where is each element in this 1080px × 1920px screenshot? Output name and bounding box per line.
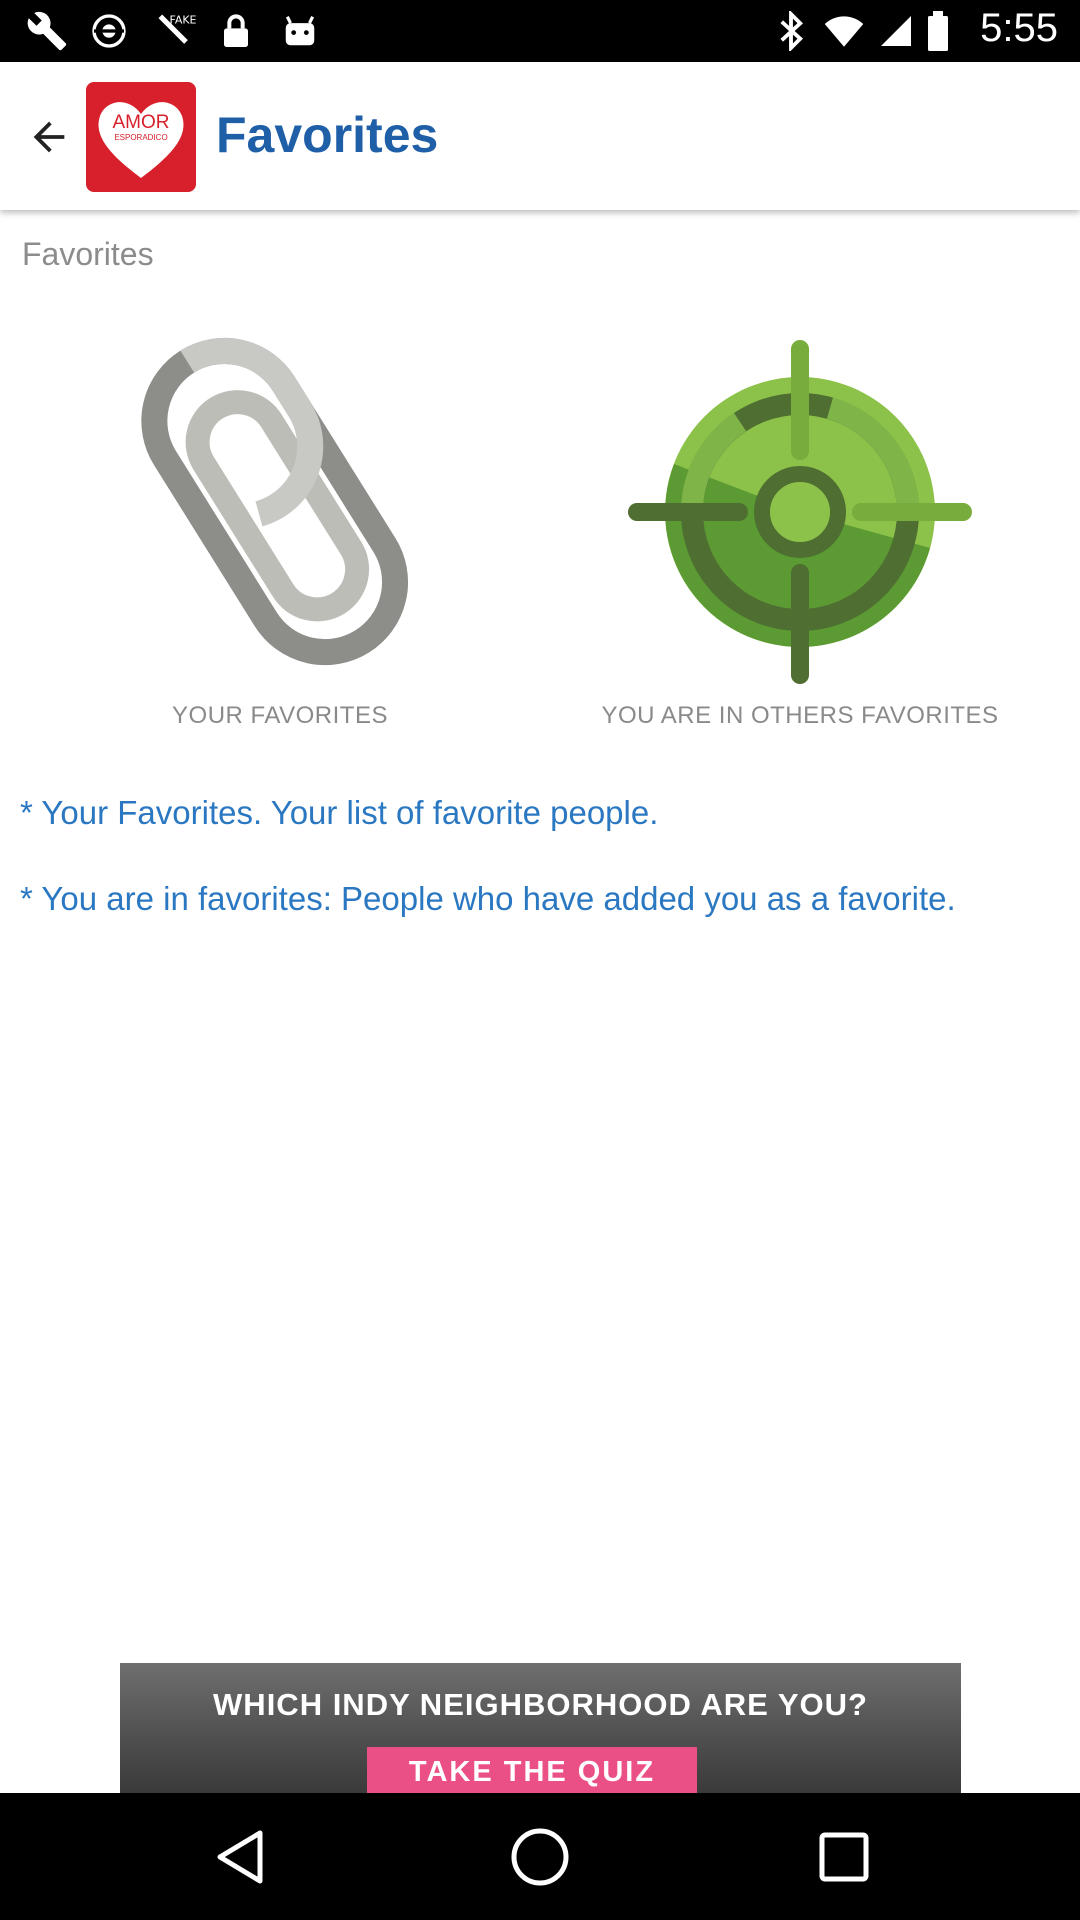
system-nav-bar <box>0 1793 1080 1920</box>
note-in-favorites: * You are in favorites: People who have … <box>20 880 956 917</box>
status-time: 5:55 <box>980 6 1058 50</box>
back-button[interactable] <box>14 102 84 172</box>
android-icon <box>280 10 320 52</box>
signal-icon <box>876 10 916 52</box>
wrench-icon <box>24 10 70 52</box>
logo-text-top: AMOR <box>113 112 170 133</box>
note-your-favorites: * Your Favorites. Your list of favorite … <box>20 794 659 831</box>
nav-home-button[interactable] <box>500 1817 580 1897</box>
ad-headline: WHICH INDY NEIGHBORHOOD ARE YOU? <box>213 1687 868 1722</box>
app-bar: AMOR ESPORADICO Favorites <box>0 62 1080 210</box>
nav-recents-button[interactable] <box>804 1817 884 1897</box>
page-title: Favorites <box>216 107 439 163</box>
paperclip-icon <box>141 337 409 666</box>
ad-banner[interactable]: WHICH INDY NEIGHBORHOOD ARE YOU? TAKE TH… <box>120 1663 961 1793</box>
logo-text-bottom: ESPORADICO <box>114 133 167 142</box>
fake-gps-icon <box>88 10 130 52</box>
ad-cta-button[interactable]: TAKE THE QUIZ <box>367 1747 697 1793</box>
bluetooth-icon <box>776 10 806 52</box>
your-favorites-tile[interactable]: YOUR FAVORITES <box>30 320 530 740</box>
others-favorites-label: YOU ARE IN OTHERS FAVORITES <box>601 702 999 729</box>
heart-icon: AMOR ESPORADICO <box>98 102 184 178</box>
section-label: Favorites <box>22 236 154 272</box>
arrow-left-icon <box>33 121 65 153</box>
your-favorites-label: YOUR FAVORITES <box>172 702 388 729</box>
back-triangle-icon <box>217 1830 263 1884</box>
recents-square-icon <box>819 1832 869 1882</box>
status-bar: FAKE 5:55 <box>0 0 1080 62</box>
home-circle-icon <box>511 1828 569 1886</box>
svg-text:FAKE: FAKE <box>170 14 197 27</box>
satellite-icon: FAKE <box>152 10 198 52</box>
app-logo: AMOR ESPORADICO <box>86 82 196 192</box>
target-icon <box>628 340 972 684</box>
lock-icon <box>218 10 254 52</box>
others-favorites-tile[interactable]: YOU ARE IN OTHERS FAVORITES <box>550 320 1050 740</box>
nav-back-button[interactable] <box>200 1817 280 1897</box>
battery-icon <box>926 10 950 52</box>
wifi-icon <box>822 10 866 52</box>
